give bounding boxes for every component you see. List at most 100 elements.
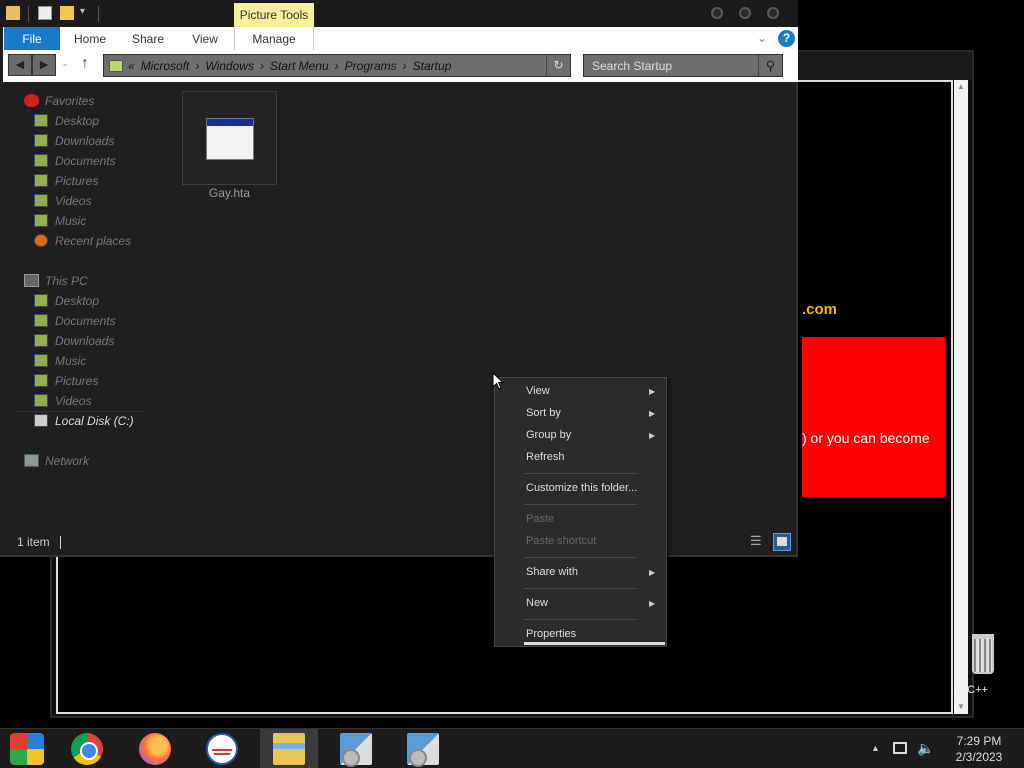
taskbar-file-explorer[interactable] (260, 729, 318, 768)
taskbar-setup-2[interactable] (394, 729, 452, 768)
taskbar-setup-1[interactable] (327, 729, 385, 768)
desktop-icon (34, 114, 48, 127)
nav-item-label: Downloads (55, 134, 115, 148)
tab-view[interactable]: View (180, 27, 230, 50)
help-icon[interactable]: ? (778, 30, 795, 47)
nav-item-favorites-downloads[interactable]: Downloads (34, 132, 154, 150)
refresh-icon[interactable]: ↻ (546, 55, 570, 76)
new-folder-icon[interactable] (60, 6, 74, 20)
address-bar[interactable]: « Microsoft › Windows › Start Menu › Programs › S… (103, 54, 571, 77)
start-button[interactable] (0, 729, 58, 768)
folder-icon (109, 60, 123, 72)
nav-item-pc-pictures[interactable]: Pictures (34, 372, 154, 390)
back-button[interactable]: ◀ (8, 54, 32, 76)
mouse-cursor-icon (492, 372, 505, 390)
file-name[interactable]: Gay.hta (182, 186, 277, 200)
nav-item-pc-downloads[interactable]: Downloads (34, 332, 154, 350)
menu-item-share-with[interactable]: Share with (526, 566, 578, 578)
menu-item-new[interactable]: New (526, 597, 548, 609)
taskbar: ▲ 🔈 7:29 PM 2/3/2023 (0, 728, 1024, 768)
background-window-scrollbar[interactable]: ▲ ▼ (954, 80, 968, 714)
large-icons-view-icon[interactable] (773, 533, 791, 551)
drive-icon (34, 414, 48, 427)
volume-icon[interactable]: 🔈 (917, 740, 934, 757)
search-icon[interactable]: ⚲ (758, 55, 782, 76)
properties-icon[interactable] (38, 6, 52, 20)
scroll-down-icon[interactable]: ▼ (956, 702, 966, 712)
chevron-down-icon[interactable]: ⌄ (757, 31, 767, 45)
navigation-bar: ◀ ▶ ⌄ ↑ « Microsoft › Windows › Start Menu › Pr… (3, 50, 798, 82)
nav-item-pc-documents[interactable]: Documents (34, 312, 154, 330)
breadcrumb-item-programs[interactable]: Programs (345, 59, 397, 73)
menu-item-paste-shortcut[interactable]: Paste shortcut (526, 535, 596, 547)
menu-item-refresh[interactable]: Refresh (526, 451, 565, 463)
nav-item-pc-desktop[interactable]: Desktop (34, 292, 154, 310)
breadcrumb-separator[interactable]: › (195, 59, 199, 73)
nav-item-label: Desktop (55, 114, 100, 128)
maximize-button[interactable] (739, 7, 751, 19)
recycle-bin-icon (972, 634, 994, 674)
customize-toolbar-icon[interactable]: ▾ (80, 6, 85, 17)
network-status-icon[interactable] (893, 742, 907, 754)
up-arrow-icon[interactable]: ↑ (81, 55, 89, 73)
nav-item-favorites-documents[interactable]: Documents (34, 152, 154, 170)
taskbar-obama-logo[interactable] (193, 729, 251, 768)
menu-item-group-by[interactable]: Group by (526, 429, 571, 441)
breadcrumb-item-windows[interactable]: Windows (205, 59, 254, 73)
nav-item-pc-music[interactable]: Music (34, 352, 154, 370)
breadcrumb-separator[interactable]: › (335, 59, 339, 73)
tab-home[interactable]: Home (65, 27, 115, 50)
minimize-button[interactable] (711, 7, 723, 19)
nav-item-local-disk[interactable]: Local Disk (C:) (16, 411, 154, 430)
nav-item-recent-places[interactable]: Recent places (34, 232, 154, 250)
breadcrumb-item-start-menu[interactable]: Start Menu (270, 59, 329, 73)
documents-icon (34, 314, 48, 327)
forward-button[interactable]: ▶ (32, 54, 56, 76)
close-button[interactable] (767, 7, 779, 19)
nav-item-favorites-music[interactable]: Music (34, 212, 154, 230)
menu-item-properties[interactable]: Properties (526, 628, 576, 640)
nav-item-pc-videos[interactable]: Videos (34, 392, 154, 410)
file-item[interactable] (182, 91, 277, 185)
status-bar: 1 item (17, 535, 61, 549)
breadcrumb-item-startup[interactable]: Startup (413, 59, 452, 73)
tab-file[interactable]: File (4, 27, 60, 50)
submenu-arrow-icon: ▶ (649, 599, 656, 608)
downloads-icon (34, 334, 48, 347)
taskbar-firefox[interactable] (126, 729, 184, 768)
nav-item-favorites-videos[interactable]: Videos (34, 192, 154, 210)
picture-tools-tab[interactable]: Picture Tools (234, 3, 314, 27)
menu-item-sort-by[interactable]: Sort by (526, 407, 561, 419)
title-bar[interactable]: ▾ Picture Tools (0, 0, 798, 28)
show-hidden-icons-icon[interactable]: ▲ (871, 743, 880, 753)
nav-item-label: Pictures (55, 174, 99, 188)
nav-item-label: Documents (55, 314, 116, 328)
details-view-icon[interactable]: ☰ (750, 533, 768, 551)
breadcrumb-separator[interactable]: › (403, 59, 407, 73)
tab-share[interactable]: Share (123, 27, 173, 50)
folder-icon (6, 6, 20, 20)
breadcrumb-overflow[interactable]: « (128, 59, 135, 73)
system-clock[interactable]: 7:29 PM 2/3/2023 (944, 733, 1014, 765)
menu-item-view[interactable]: View (526, 385, 550, 397)
breadcrumb[interactable]: « Microsoft › Windows › Start Menu › Programs › S… (128, 59, 457, 73)
downloads-icon (34, 134, 48, 147)
scroll-up-icon[interactable]: ▲ (956, 82, 966, 92)
music-icon (34, 214, 48, 227)
search-input[interactable]: Search Startup ⚲ (583, 54, 783, 77)
recent-locations-icon[interactable]: ⌄ (61, 58, 69, 69)
start-icon (10, 733, 44, 765)
menu-item-customize-folder[interactable]: Customize this folder... (526, 482, 637, 494)
taskbar-chrome[interactable] (58, 729, 116, 768)
breadcrumb-item-microsoft[interactable]: Microsoft (141, 59, 190, 73)
nav-item-favorites-desktop[interactable]: Desktop (34, 112, 154, 130)
tab-manage[interactable]: Manage (234, 27, 314, 50)
nav-item-label: Music (55, 214, 87, 228)
nav-item-favorites-pictures[interactable]: Pictures (34, 172, 154, 190)
partial-domain-text: .com (802, 301, 838, 318)
menu-item-paste[interactable]: Paste (526, 513, 554, 525)
firefox-icon (139, 733, 171, 765)
breadcrumb-separator[interactable]: › (260, 59, 264, 73)
divider (28, 6, 29, 22)
chrome-icon (71, 733, 103, 765)
